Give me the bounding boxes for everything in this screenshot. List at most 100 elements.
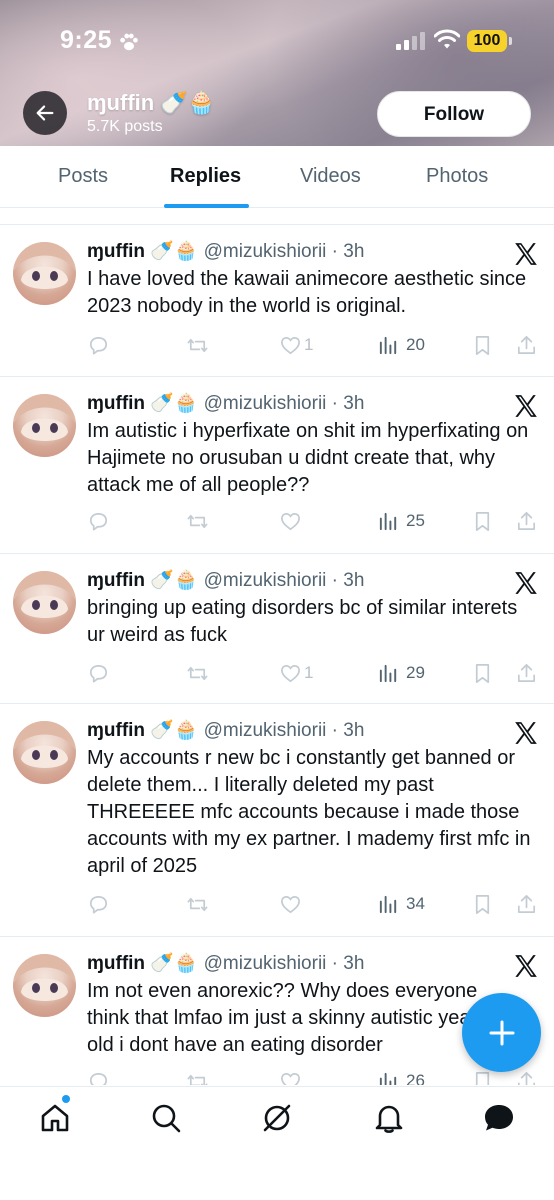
post-handle-time[interactable]: @mizukishiorii · 3h: [204, 241, 365, 262]
x-logo-icon[interactable]: [513, 720, 539, 746]
like-button[interactable]: 1: [279, 660, 313, 686]
back-button[interactable]: [23, 91, 67, 135]
like-button[interactable]: 1: [279, 332, 313, 358]
x-logo-icon[interactable]: [513, 241, 539, 267]
bookmark-icon: [475, 335, 490, 355]
home-icon[interactable]: [38, 1101, 72, 1135]
bookmark-icon: [475, 663, 490, 683]
views-chart-icon: [379, 336, 397, 354]
avatar[interactable]: [13, 242, 76, 305]
repost-icon: [187, 338, 208, 352]
post[interactable]: ɱuffin 🍼🧁 @mizukishiorii · 3h bringing up…: [0, 554, 554, 704]
bookmark-icon: [475, 511, 490, 531]
bookmark-button[interactable]: [471, 332, 494, 358]
post-handle-time[interactable]: @mizukishiorii · 3h: [204, 570, 365, 591]
post-handle-time[interactable]: @mizukishiorii · 3h: [204, 720, 365, 741]
views-button[interactable]: 25: [377, 508, 425, 534]
battery-tip: [509, 37, 512, 45]
search-icon[interactable]: [149, 1101, 183, 1135]
bookmark-icon: [475, 894, 490, 914]
post-text: Im not even anorexic?? Why does everyone…: [87, 980, 478, 1056]
tab-replies[interactable]: Replies: [170, 165, 241, 188]
post-actions: 1 20: [87, 332, 542, 358]
like-button[interactable]: [279, 508, 304, 534]
view-count: 25: [406, 511, 425, 530]
avatar[interactable]: [13, 571, 76, 634]
tab-videos[interactable]: Videos: [300, 165, 361, 188]
views-button[interactable]: 34: [377, 891, 425, 917]
view-count: 26: [406, 1071, 425, 1085]
post-header: ɱuffin 🍼🧁 @mizukishiorii · 3h: [87, 239, 364, 263]
repost-button[interactable]: [186, 508, 209, 534]
bookmark-button[interactable]: [471, 660, 494, 686]
views-button[interactable]: 20: [377, 332, 425, 358]
post-author-name[interactable]: ɱuffin 🍼🧁: [87, 953, 198, 974]
x-logo-icon[interactable]: [513, 570, 539, 596]
views-button[interactable]: 26: [377, 1068, 425, 1085]
status-time: 9:25: [60, 26, 113, 54]
share-icon: [517, 663, 536, 682]
replies-feed: ɱuffin 🍼🧁 @mizukishiorii · 3h I have love…: [0, 225, 554, 1085]
bookmark-button[interactable]: [471, 891, 494, 917]
follow-button[interactable]: Follow: [377, 91, 531, 137]
reply-button[interactable]: [87, 332, 110, 358]
post-header: ɱuffin 🍼🧁 @mizukishiorii · 3h: [87, 568, 364, 592]
post-author-name[interactable]: ɱuffin 🍼🧁: [87, 720, 198, 741]
status-bar: 9:25 100: [0, 0, 554, 80]
reply-button[interactable]: [87, 660, 110, 686]
tab-posts[interactable]: Posts: [58, 165, 108, 188]
reply-icon: [89, 336, 108, 355]
share-button[interactable]: [515, 508, 538, 534]
post-author-name[interactable]: ɱuffin 🍼🧁: [87, 241, 198, 262]
views-button[interactable]: 29: [377, 660, 425, 686]
repost-button[interactable]: [186, 660, 209, 686]
post-author-name[interactable]: ɱuffin 🍼🧁: [87, 570, 198, 591]
x-logo-icon[interactable]: [513, 393, 539, 419]
compose-button[interactable]: [462, 993, 541, 1072]
post-actions: 34: [87, 891, 542, 917]
bookmark-button[interactable]: [471, 508, 494, 534]
post-handle-time[interactable]: @mizukishiorii · 3h: [204, 953, 365, 974]
share-button[interactable]: [515, 891, 538, 917]
reply-button[interactable]: [87, 1068, 110, 1085]
avatar-image: [13, 571, 76, 634]
views-chart-icon: [379, 1072, 397, 1085]
heart-icon: [281, 1072, 300, 1085]
post-text: I have loved the kawaii animecore aesthe…: [87, 268, 527, 317]
x-logo-icon[interactable]: [513, 953, 539, 979]
post[interactable]: ɱuffin 🍼🧁 @mizukishiorii · 3h Im autistic…: [0, 377, 554, 554]
repost-button[interactable]: [186, 1068, 209, 1085]
post-handle-time[interactable]: @mizukishiorii · 3h: [204, 393, 365, 414]
avatar[interactable]: [13, 394, 76, 457]
post[interactable]: ɱuffin 🍼🧁 @mizukishiorii · 3h I have love…: [0, 225, 554, 377]
heart-icon: [281, 895, 300, 913]
post[interactable]: ɱuffin 🍼🧁 @mizukishiorii · 3h My accounts…: [0, 704, 554, 937]
avatar-image: [13, 394, 76, 457]
repost-icon: [187, 897, 208, 911]
bell-icon[interactable]: [372, 1101, 406, 1135]
reply-button[interactable]: [87, 891, 110, 917]
plus-icon: [489, 1020, 514, 1045]
share-button[interactable]: [515, 332, 538, 358]
avatar[interactable]: [13, 954, 76, 1017]
share-button[interactable]: [515, 660, 538, 686]
tab-photos[interactable]: Photos: [426, 165, 488, 188]
reply-button[interactable]: [87, 508, 110, 534]
post-header: ɱuffin 🍼🧁 @mizukishiorii · 3h: [87, 951, 364, 975]
views-chart-icon: [379, 895, 397, 913]
share-icon: [517, 511, 536, 530]
grok-icon[interactable]: [260, 1101, 294, 1135]
like-button[interactable]: [279, 1068, 304, 1085]
messages-icon[interactable]: [482, 1101, 516, 1135]
share-button[interactable]: [515, 1068, 538, 1085]
repost-button[interactable]: [186, 891, 209, 917]
avatar-image: [13, 242, 76, 305]
view-count: 34: [406, 894, 425, 913]
share-icon: [517, 1071, 536, 1085]
post-actions: 1 29: [87, 660, 542, 686]
avatar[interactable]: [13, 721, 76, 784]
like-button[interactable]: [279, 891, 304, 917]
repost-button[interactable]: [186, 332, 209, 358]
wifi-icon: [434, 29, 460, 49]
post-author-name[interactable]: ɱuffin 🍼🧁: [87, 393, 198, 414]
